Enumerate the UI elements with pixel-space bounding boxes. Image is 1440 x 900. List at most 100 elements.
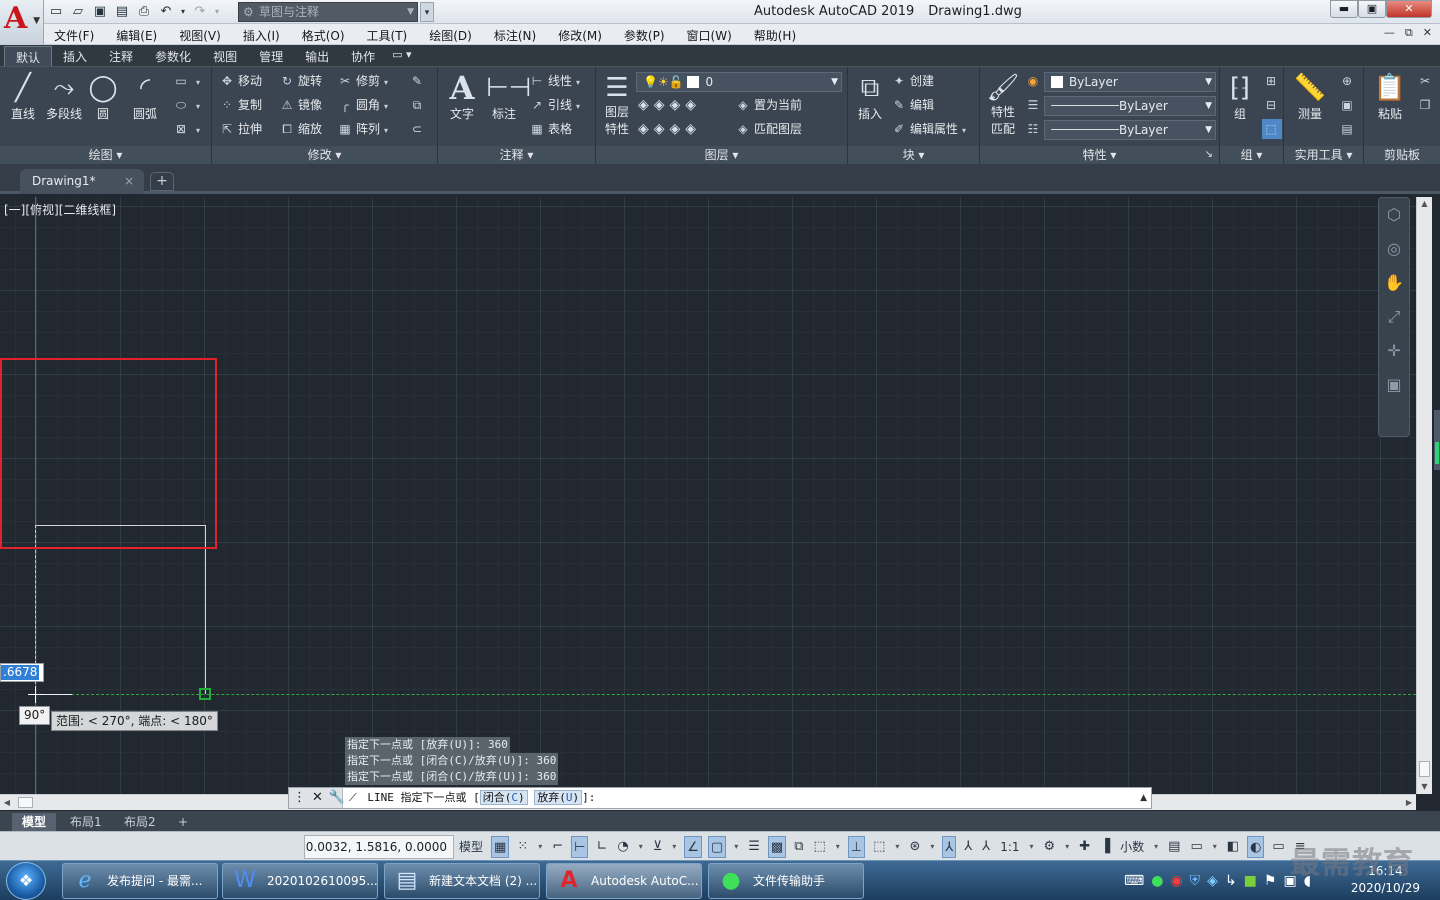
doc-close-button[interactable]: ✕ — [1423, 26, 1432, 40]
paste-button[interactable]: 📋 粘贴 — [1370, 71, 1410, 122]
circle-button[interactable]: ◯ 圆 — [86, 71, 120, 122]
menu-window[interactable]: 窗口(W) — [687, 27, 732, 44]
undo-icon[interactable]: ↶ — [156, 3, 176, 21]
annotation-monitor-icon[interactable]: ✚ — [1077, 836, 1092, 858]
horizontal-scroll-thumb[interactable] — [18, 797, 33, 808]
application-menu-button[interactable]: A ▼ — [0, 0, 44, 44]
menu-format[interactable]: 格式(O) — [302, 27, 345, 44]
layer-state-icon[interactable]: ◈◈◈◈ — [638, 121, 701, 137]
option-close[interactable]: 闭合(C) — [479, 790, 528, 805]
tab-view[interactable]: 视图 — [202, 46, 248, 66]
command-line[interactable]: ⋮✕🔧 ⟋ LINE 指定下一点或 [闭合(C) 放弃(U)]: ▲ — [288, 787, 1152, 809]
ortho-icon[interactable]: ∟ — [594, 836, 609, 858]
save-icon[interactable]: ▣ — [90, 3, 110, 21]
ribbon-minimize-toggle[interactable]: ▭ ▾ — [386, 46, 417, 66]
wechat-tray-icon[interactable]: ● — [1151, 873, 1163, 889]
chevron-down-icon[interactable]: ▾ — [1211, 836, 1219, 858]
vertical-scroll-thumb[interactable] — [1419, 761, 1430, 777]
workspace-gear-icon[interactable]: ⚙ — [1042, 836, 1058, 858]
tab-output[interactable]: 输出 — [294, 46, 340, 66]
move-button[interactable]: ✥ 移动 — [218, 71, 262, 91]
doc-restore-button[interactable]: ⧉ — [1405, 26, 1413, 40]
dynamic-ucs-icon[interactable]: ⊥ — [847, 836, 866, 858]
gizmo-icon[interactable]: ⊛ — [907, 836, 922, 858]
start-button[interactable]: ❖ — [6, 862, 46, 900]
panel-block-title[interactable]: 块 ▾ — [848, 146, 979, 164]
table-button[interactable]: ▦ 表格 — [528, 119, 572, 139]
command-history-expand-icon[interactable]: ▲ — [1140, 788, 1147, 808]
minimize-button[interactable]: ▬ — [1330, 0, 1358, 18]
tab-collaborate[interactable]: 协作 — [340, 46, 386, 66]
doc-minimize-button[interactable]: — — [1384, 26, 1395, 40]
taskbar-item-ie[interactable]: ℯ 发布提问 - 最需... — [62, 863, 218, 899]
flag-icon[interactable]: ⚑ — [1264, 873, 1277, 889]
copy-clip-icon[interactable]: ❐ — [1416, 95, 1436, 115]
menu-insert[interactable]: 插入(I) — [243, 27, 280, 44]
menu-view[interactable]: 视图(V) — [179, 27, 221, 44]
redo-dropdown-icon[interactable]: ▾ — [212, 3, 222, 21]
color-wheel-icon[interactable]: ◉ — [1024, 71, 1044, 91]
save-as-icon[interactable]: ▤ — [112, 3, 132, 21]
annotation-scale-value[interactable]: 1:1 — [998, 836, 1021, 858]
hatch-icon[interactable]: ⬭ ▾ — [172, 95, 200, 115]
redo-icon[interactable]: ↷ — [190, 3, 210, 21]
linetype-icon[interactable]: ☷ — [1024, 119, 1044, 139]
tab-layout2[interactable]: 布局2 — [114, 813, 166, 831]
menu-help[interactable]: 帮助(H) — [754, 27, 796, 44]
maximize-button[interactable]: ▣ — [1358, 0, 1386, 18]
infer-constraints-icon[interactable]: ⌐ — [550, 836, 565, 858]
netease-icon[interactable]: ◉ — [1170, 873, 1182, 889]
clean-screen-icon[interactable]: ▭ — [1270, 836, 1286, 858]
linear-dim-button[interactable]: ⊢ 线性 ▾ — [528, 71, 580, 91]
chevron-down-icon[interactable]: ▾ — [1152, 836, 1160, 858]
drawing-area[interactable]: [一][俯视][二维线框] .6678 90° 范围: < 270°, 端点: … — [0, 197, 1416, 794]
color-dropdown[interactable]: ByLayer ▼ — [1044, 72, 1216, 92]
add-layout-button[interactable]: + — [168, 813, 198, 831]
chevron-down-icon[interactable]: ▾ — [893, 836, 901, 858]
edit-attributes-button[interactable]: ✐ 编辑属性 ▾ — [890, 119, 966, 139]
offset-button[interactable]: ⊂ — [408, 119, 428, 139]
new-file-icon[interactable]: ▭ — [46, 3, 66, 21]
tab-parametric[interactable]: 参数化 — [144, 46, 202, 66]
workspace-selector[interactable]: ⚙ 草图与注释 ▼ — [238, 2, 418, 22]
scroll-up-icon[interactable]: ▲ — [1417, 197, 1432, 211]
copy-button[interactable]: ⁘ 复制 — [218, 95, 262, 115]
auto-scale-icon[interactable]: ⅄ — [962, 836, 974, 858]
pan-hand-icon[interactable]: ✋ — [1379, 266, 1409, 300]
tab-home[interactable]: 默认 — [4, 46, 53, 66]
make-current-button[interactable]: ◈ 置为当前 — [734, 95, 802, 115]
new-tab-button[interactable]: + — [150, 172, 174, 191]
model-space-button[interactable]: 模型 — [457, 836, 485, 858]
lineweight-toggle-icon[interactable]: ☰ — [746, 836, 762, 858]
panel-layers-title[interactable]: 图层 ▾ — [596, 146, 847, 164]
option-undo[interactable]: 放弃(U) — [534, 790, 583, 805]
menu-parametric[interactable]: 参数(P) — [624, 27, 665, 44]
close-button[interactable]: ✕ — [1386, 0, 1432, 18]
orbit-icon[interactable]: ✛ — [1379, 334, 1409, 368]
taskbar-item-word[interactable]: W 2020102610095... — [222, 863, 378, 899]
undo-dropdown-icon[interactable]: ▾ — [178, 3, 188, 21]
rotate-button[interactable]: ↻ 旋转 — [278, 71, 322, 91]
match-properties-button[interactable]: 🖌 特性 匹配 — [984, 73, 1022, 137]
tab-manage[interactable]: 管理 — [248, 46, 294, 66]
insert-block-button[interactable]: ⧉ 插入 — [852, 71, 888, 122]
chevron-down-icon[interactable]: ▾ — [670, 836, 678, 858]
grid-icon[interactable]: ▦ — [491, 836, 510, 858]
keyboard-icon[interactable]: ⌨ — [1124, 873, 1144, 889]
menu-dimension[interactable]: 标注(N) — [494, 27, 536, 44]
menu-modify[interactable]: 修改(M) — [558, 27, 602, 44]
selection-filter-icon[interactable]: ⬚ — [871, 836, 887, 858]
taskbar-item-notepad[interactable]: ▤ 新建文本文档 (2) ... — [384, 863, 540, 899]
cube-icon[interactable]: ◈ — [1207, 873, 1218, 889]
arc-button[interactable]: ◜ 圆弧 — [128, 71, 162, 122]
annotation-visibility-icon[interactable]: ⅄ — [942, 836, 957, 858]
shield-icon[interactable]: ⛨ — [1190, 873, 1201, 889]
chevron-down-icon[interactable]: ▾ — [1063, 836, 1071, 858]
create-block-button[interactable]: ✦ 创建 — [890, 71, 934, 91]
close-tab-icon[interactable]: × — [124, 169, 134, 194]
cut-icon[interactable]: ✂ — [1416, 71, 1436, 91]
group-button[interactable]: ⁅⁆ 组 — [1222, 71, 1258, 122]
panel-annotation-title[interactable]: 注释 ▾ — [438, 146, 595, 164]
tab-model[interactable]: 模型 — [12, 813, 57, 831]
fillet-button[interactable]: ╭ 圆角 ▾ — [336, 95, 388, 115]
